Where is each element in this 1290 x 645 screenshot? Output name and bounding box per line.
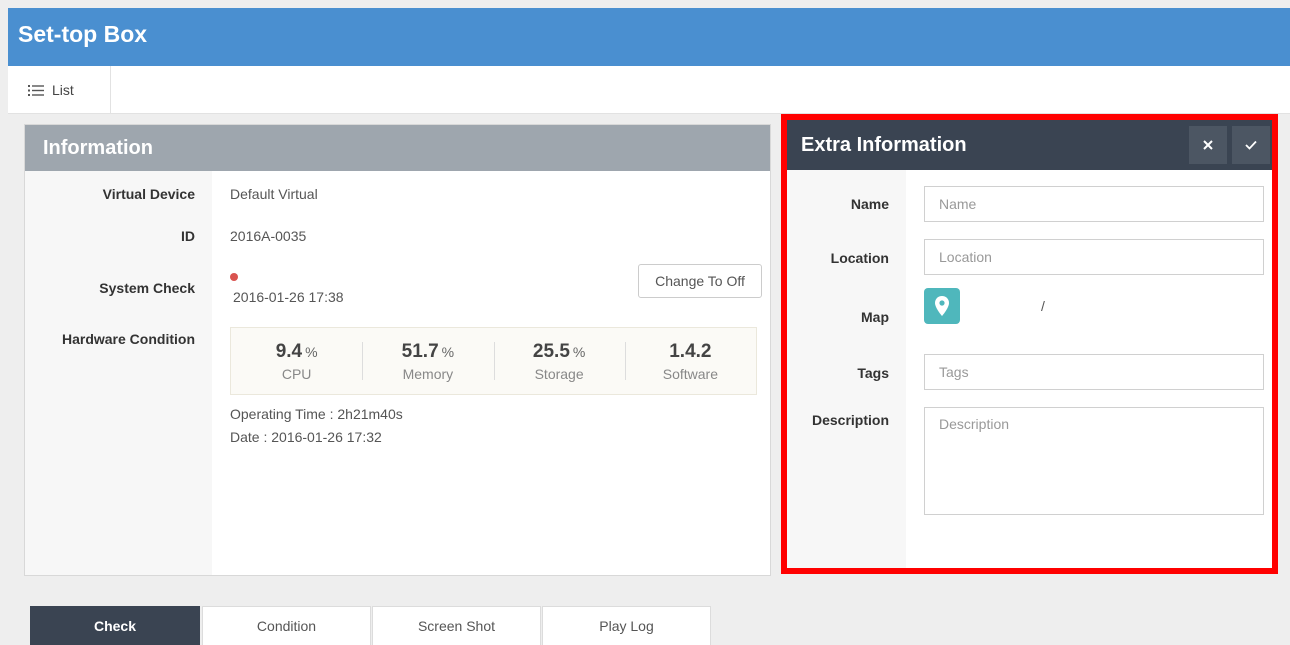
software-value: 1.4.2 [669, 340, 712, 362]
software-stat: 1.4.2 Software [624, 328, 756, 394]
system-check-time: 2016-01-26 17:38 [233, 289, 344, 305]
memory-value: 51.7 [401, 340, 439, 362]
virtual-device-value: Default Virtual [230, 186, 318, 202]
map-pin-icon [935, 296, 949, 316]
memory-stat: 51.7% Memory [362, 328, 493, 394]
list-button[interactable]: List [8, 66, 111, 114]
list-button-label: List [52, 82, 74, 98]
app-header: Set-top Box [8, 8, 1290, 66]
location-label: Location [830, 250, 889, 266]
confirm-button[interactable] [1232, 126, 1270, 164]
name-label: Name [850, 196, 889, 212]
tags-label: Tags [857, 365, 889, 381]
tab-condition[interactable]: Condition [202, 606, 371, 645]
close-button[interactable] [1189, 126, 1227, 164]
change-to-off-button[interactable]: Change To Off [638, 264, 762, 298]
cpu-label: CPU [281, 365, 312, 382]
information-panel: Information Virtual Device Default Virtu… [24, 124, 771, 576]
app-title: Set-top Box [18, 21, 148, 47]
description-label: Description [811, 412, 889, 428]
memory-label: Memory [402, 365, 454, 382]
virtual-device-label: Virtual Device [102, 186, 195, 202]
cpu-unit: % [305, 343, 318, 360]
description-textarea[interactable] [924, 407, 1264, 515]
map-coordinate-separator: / [1041, 298, 1045, 314]
location-input[interactable] [924, 239, 1264, 275]
storage-label: Storage [534, 365, 584, 382]
map-label: Map [861, 309, 889, 325]
condition-date: Date : 2016-01-26 17:32 [230, 429, 382, 445]
hardware-stats: 9.4% CPU 51.7% Memory 25.5% Storage 1.4.… [230, 327, 757, 395]
system-check-label: System Check [99, 280, 195, 296]
storage-value: 25.5 [532, 340, 570, 362]
cpu-stat: 9.4% CPU [231, 328, 362, 394]
status-indicator-dot [230, 273, 238, 281]
tab-check[interactable]: Check [30, 606, 200, 645]
tab-play-log[interactable]: Play Log [542, 606, 711, 645]
storage-unit: % [572, 343, 586, 360]
map-pin-button[interactable] [924, 288, 960, 324]
toolbar: List [8, 66, 1290, 114]
cpu-value: 9.4 [275, 340, 303, 362]
software-label: Software [662, 365, 718, 382]
information-title: Information [25, 125, 770, 171]
tab-screen-shot[interactable]: Screen Shot [372, 606, 541, 645]
extra-information-title: Extra Information [801, 134, 967, 156]
storage-stat: 25.5% Storage [493, 328, 625, 394]
memory-unit: % [441, 343, 455, 360]
tags-input[interactable] [924, 354, 1264, 390]
id-value: 2016A-0035 [230, 228, 307, 244]
list-icon [28, 84, 44, 96]
extra-information-panel: Extra Information Name Location Map / Ta… [781, 114, 1278, 574]
check-icon [1245, 140, 1257, 150]
operating-time: Operating Time : 2h21m40s [230, 406, 403, 422]
id-label: ID [181, 228, 195, 244]
close-icon [1203, 140, 1213, 150]
extra-information-header: Extra Information [787, 120, 1272, 170]
hardware-condition-label: Hardware Condition [61, 331, 195, 347]
name-input[interactable] [924, 186, 1264, 222]
